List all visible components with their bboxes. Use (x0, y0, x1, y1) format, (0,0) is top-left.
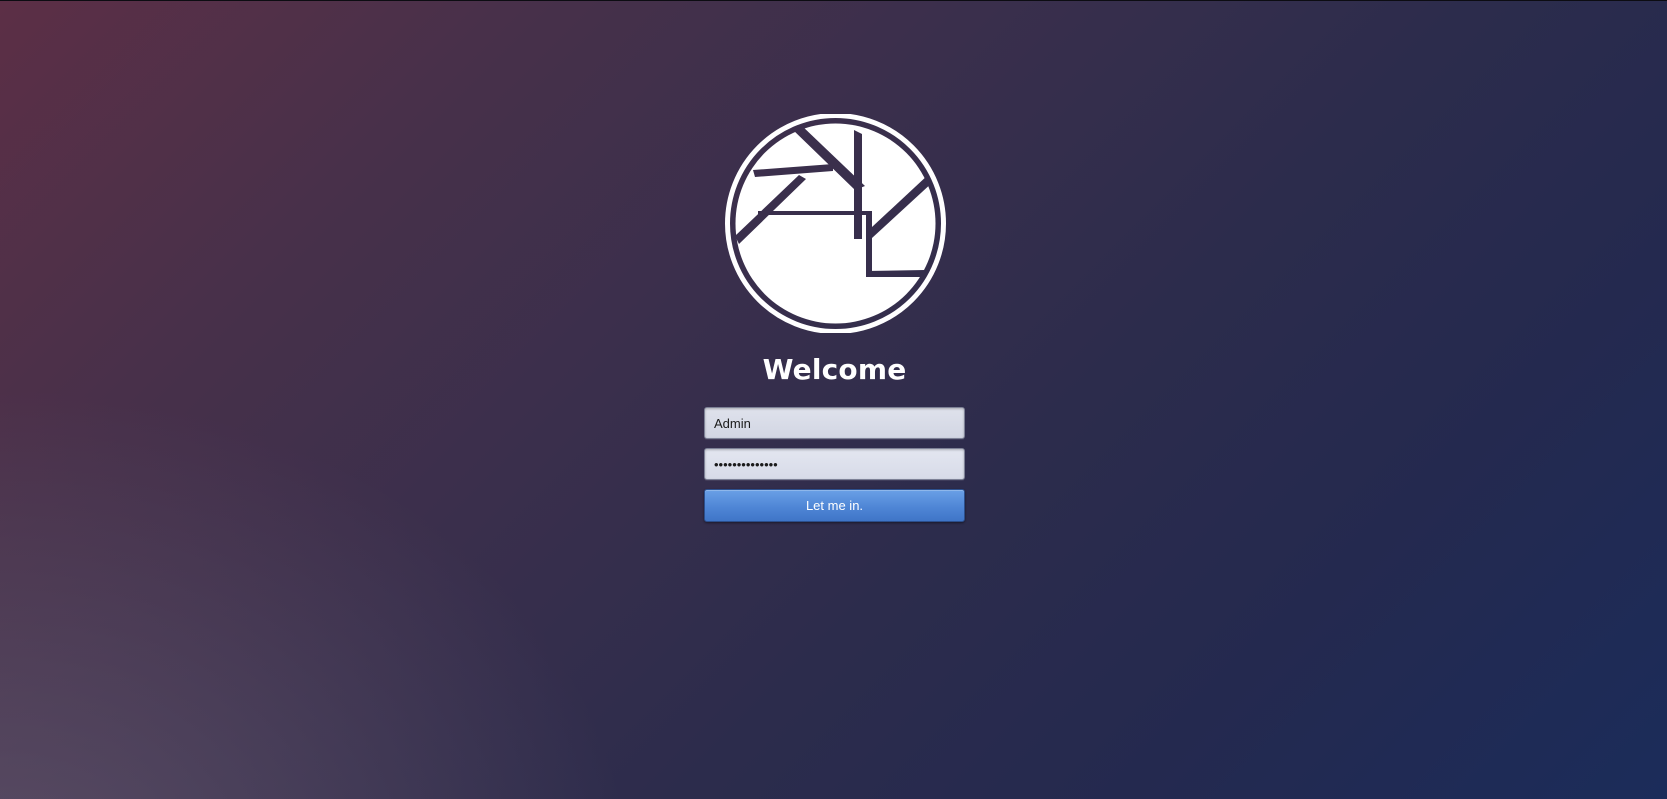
window-top-border (0, 0, 1667, 1)
password-input[interactable] (704, 448, 965, 480)
username-input[interactable] (704, 407, 965, 439)
login-submit-button[interactable]: Let me in. (704, 489, 965, 522)
camera-aperture-logo-icon (725, 114, 946, 333)
welcome-heading: Welcome (762, 353, 907, 386)
